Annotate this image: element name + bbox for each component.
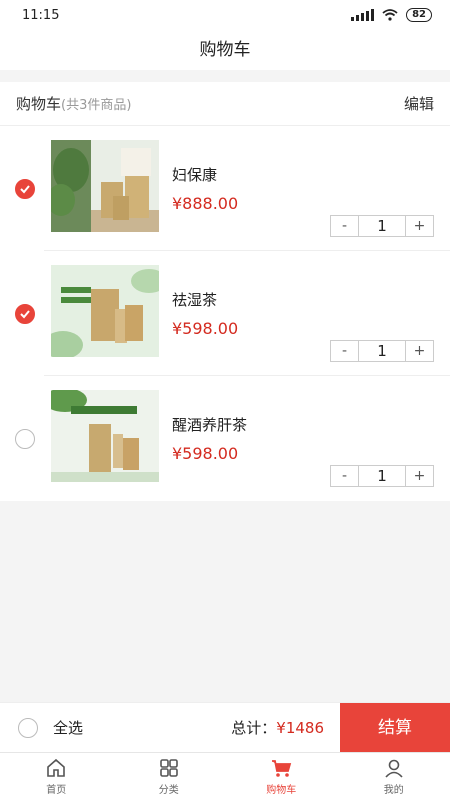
tab-cart[interactable]: 购物车 xyxy=(225,753,338,800)
checkout-bar: 全选 总计：¥1486 结算 xyxy=(0,702,450,753)
product-image[interactable] xyxy=(51,265,159,357)
decrease-button[interactable]: - xyxy=(331,341,358,361)
cart-icon xyxy=(272,760,292,777)
tab-label: 首页 xyxy=(46,785,67,796)
quantity-stepper: - 1 + xyxy=(330,465,434,487)
user-icon xyxy=(385,759,403,778)
increase-button[interactable]: + xyxy=(406,341,433,361)
check-icon xyxy=(20,185,30,194)
total-amount: ¥1486 xyxy=(276,719,324,737)
category-icon xyxy=(159,759,178,777)
product-image[interactable] xyxy=(51,140,159,232)
item-checkbox[interactable] xyxy=(15,429,35,449)
item-checkbox[interactable] xyxy=(15,304,35,324)
home-icon xyxy=(47,758,66,777)
increase-button[interactable]: + xyxy=(406,466,433,486)
increase-button[interactable]: + xyxy=(406,216,433,236)
bottom-tabbar: 首页 分类 购物车 我的 xyxy=(0,752,450,800)
cart-count: (共3件商品) xyxy=(61,98,132,113)
edit-button[interactable]: 编辑 xyxy=(404,93,434,114)
quantity-value[interactable]: 1 xyxy=(358,466,406,486)
status-time: 11:15 xyxy=(22,7,60,23)
product-price: ¥598.00 xyxy=(172,319,239,338)
tab-home[interactable]: 首页 xyxy=(0,753,113,800)
product-name[interactable]: 妇保康 xyxy=(172,164,217,185)
total-label: 总计： xyxy=(231,719,277,737)
select-all-label[interactable]: 全选 xyxy=(53,717,83,738)
cart-summary: 购物车(共3件商品) xyxy=(16,93,131,114)
decrease-button[interactable]: - xyxy=(331,216,358,236)
signal-icon xyxy=(351,9,375,21)
cart-header: 购物车(共3件商品) 编辑 xyxy=(0,82,450,126)
tab-label: 购物车 xyxy=(266,785,297,796)
cart-item: 妇保康 ¥888.00 - 1 + xyxy=(15,126,450,251)
status-icons: 82 xyxy=(351,8,432,22)
item-checkbox[interactable] xyxy=(15,179,35,199)
check-icon xyxy=(20,310,30,319)
tab-label: 分类 xyxy=(158,785,179,796)
checkout-button[interactable]: 结算 xyxy=(340,702,450,753)
quantity-stepper: - 1 + xyxy=(330,340,434,362)
tab-label: 我的 xyxy=(383,785,404,796)
product-image[interactable] xyxy=(51,390,159,482)
cart-title: 购物车 xyxy=(16,95,62,113)
cart-list: 妇保康 ¥888.00 - 1 + 祛湿茶 ¥598.00 - 1 + 醒酒养肝… xyxy=(0,126,450,501)
product-name[interactable]: 祛湿茶 xyxy=(172,289,217,310)
wifi-icon xyxy=(382,9,398,21)
tab-category[interactable]: 分类 xyxy=(113,753,226,800)
total: 总计：¥1486 xyxy=(231,717,324,738)
select-all-checkbox[interactable] xyxy=(18,717,38,738)
battery-indicator: 82 xyxy=(406,8,432,22)
product-name[interactable]: 醒酒养肝茶 xyxy=(172,414,247,435)
tab-profile[interactable]: 我的 xyxy=(338,753,450,800)
quantity-value[interactable]: 1 xyxy=(358,341,406,361)
select-all[interactable]: 全选 xyxy=(18,717,83,738)
status-bar: 11:15 82 xyxy=(0,0,450,30)
quantity-stepper: - 1 + xyxy=(330,215,434,237)
page-title: 购物车 xyxy=(0,30,450,70)
product-price: ¥888.00 xyxy=(172,194,239,213)
quantity-value[interactable]: 1 xyxy=(358,216,406,236)
cart-item: 祛湿茶 ¥598.00 - 1 + xyxy=(15,251,450,376)
cart-item: 醒酒养肝茶 ¥598.00 - 1 + xyxy=(15,376,450,501)
product-price: ¥598.00 xyxy=(172,444,239,463)
decrease-button[interactable]: - xyxy=(331,466,358,486)
